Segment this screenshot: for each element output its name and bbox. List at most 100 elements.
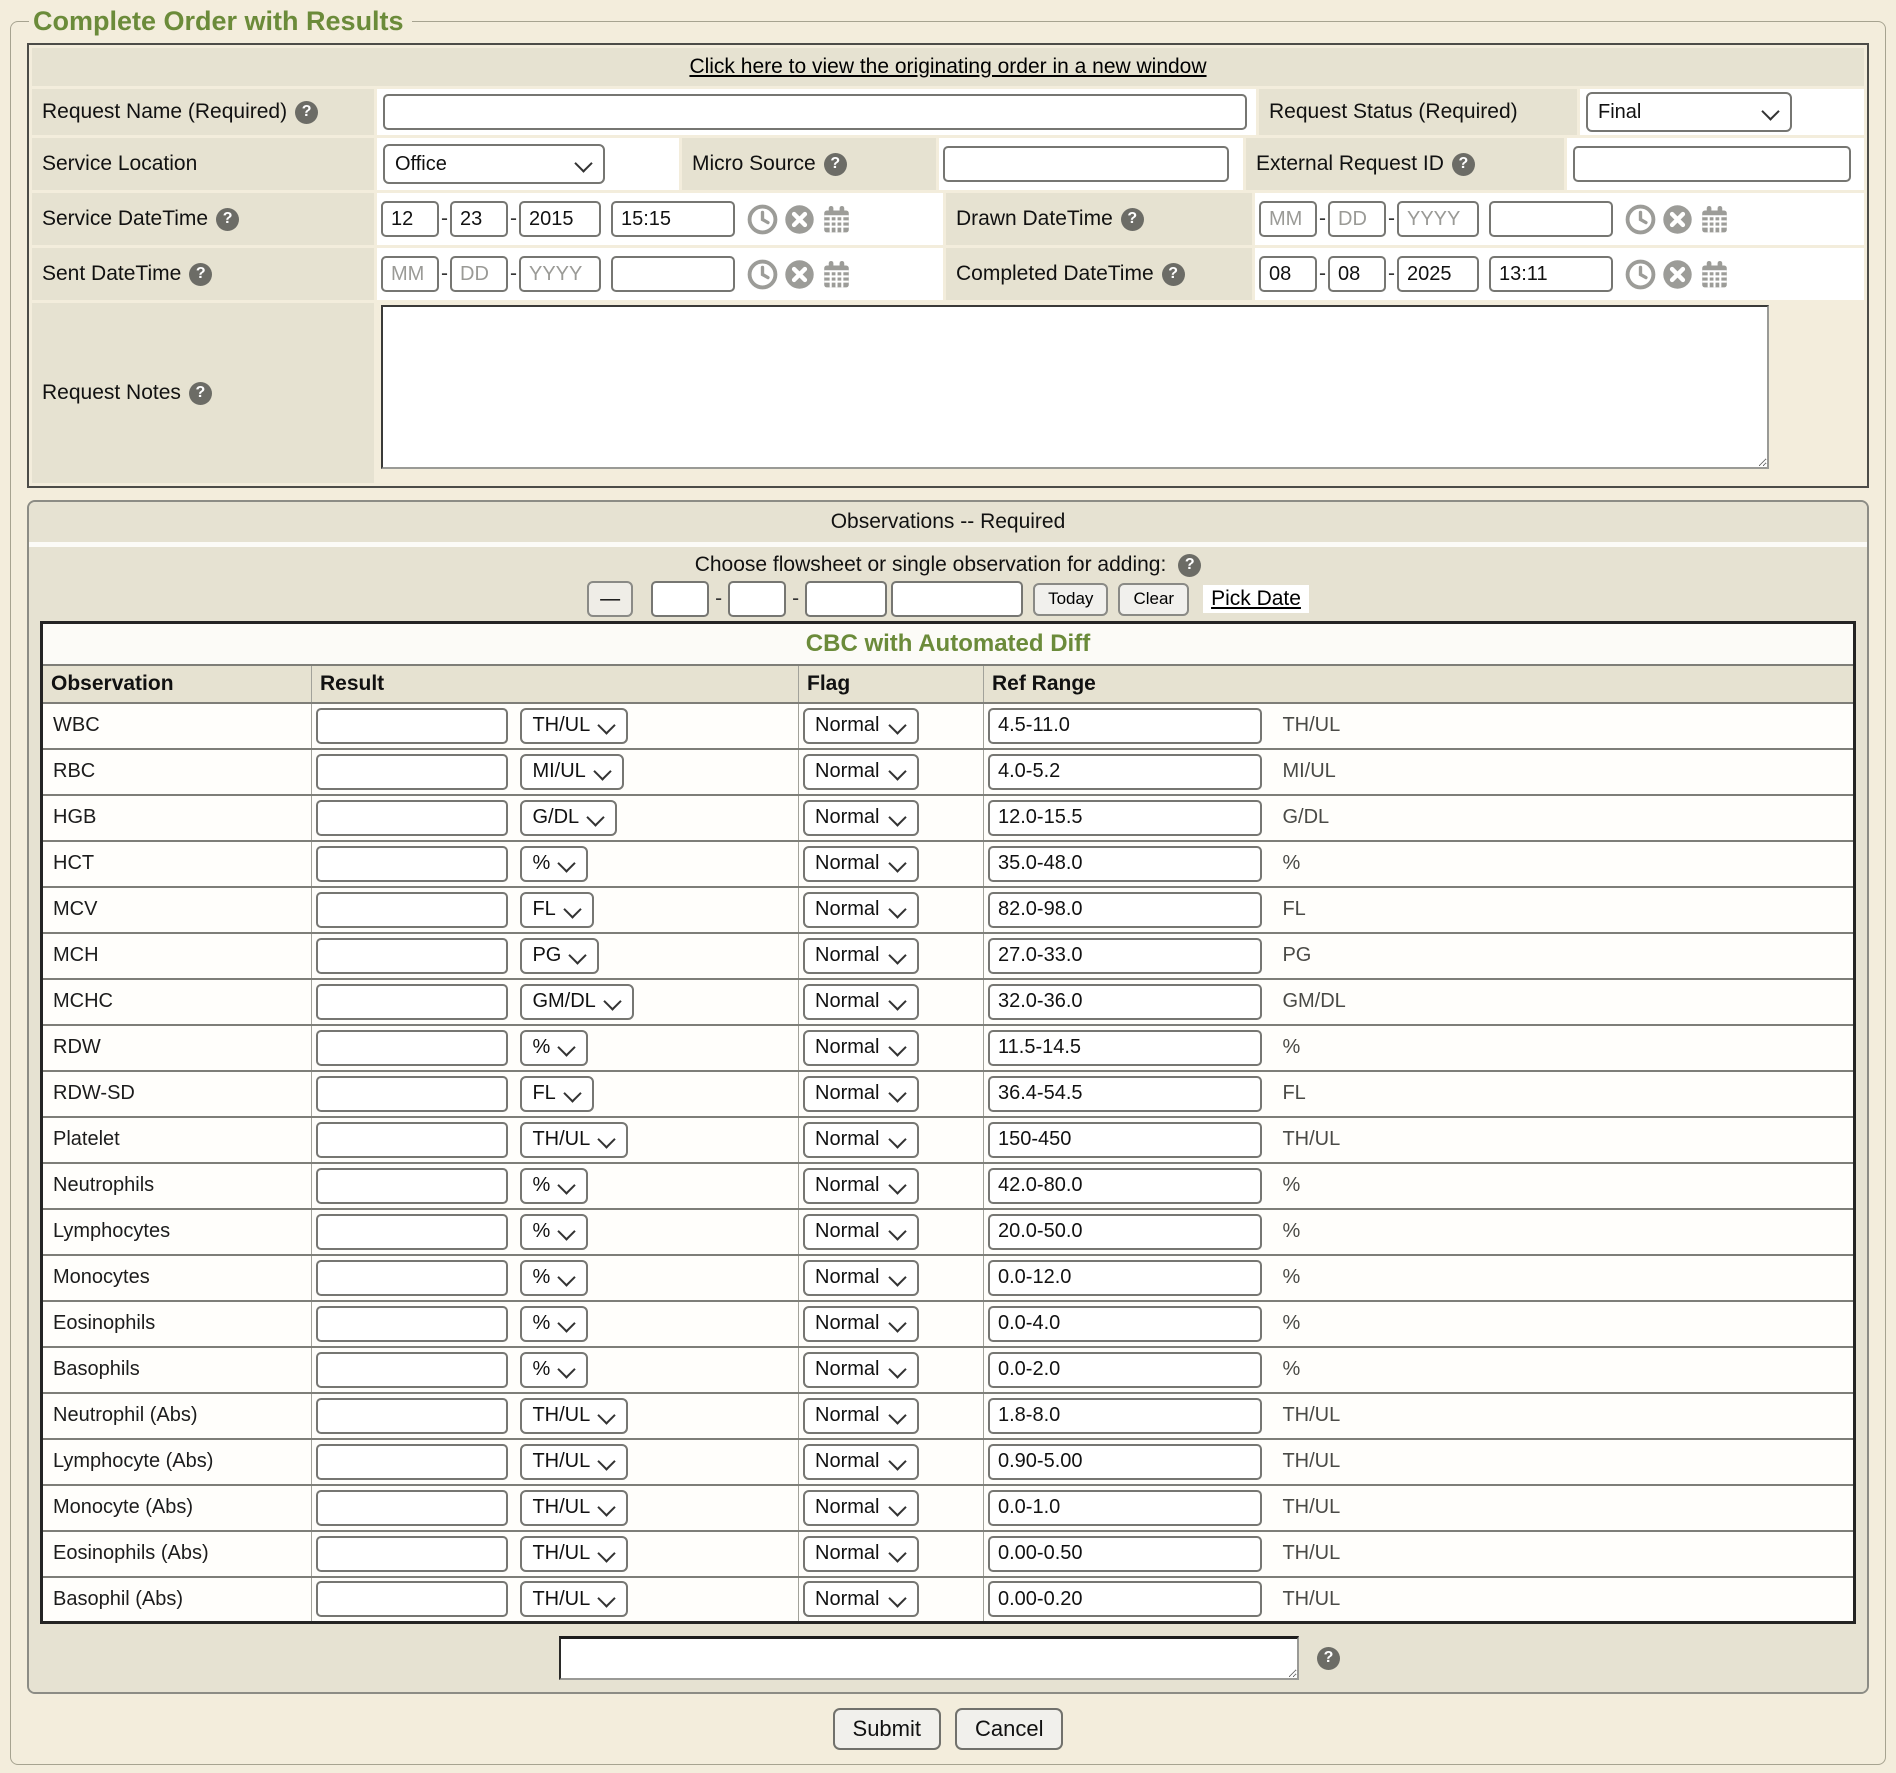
flag-select[interactable]: Normal: [803, 754, 919, 790]
result-unit-select[interactable]: %: [520, 1214, 588, 1250]
result-unit-select[interactable]: %: [520, 846, 588, 882]
request-notes-textarea[interactable]: [381, 305, 1769, 469]
request-status-select[interactable]: Final: [1586, 92, 1792, 132]
result-unit-select[interactable]: TH/UL: [520, 708, 628, 744]
result-input[interactable]: [316, 1030, 508, 1066]
drawn-datetime-day-input[interactable]: [1328, 201, 1386, 237]
result-input[interactable]: [316, 1168, 508, 1204]
completed-datetime-help-icon[interactable]: ?: [1162, 263, 1185, 286]
ref-range-input[interactable]: [988, 1306, 1262, 1342]
result-input[interactable]: [316, 800, 508, 836]
ref-range-input[interactable]: [988, 1581, 1262, 1617]
external-request-id-input[interactable]: [1573, 146, 1851, 182]
cancel-button[interactable]: Cancel: [955, 1708, 1063, 1750]
result-input[interactable]: [316, 1352, 508, 1388]
request-name-help-icon[interactable]: ?: [295, 101, 318, 124]
service-datetime-clear-icon[interactable]: [784, 204, 815, 235]
completed-datetime-clear-icon[interactable]: [1662, 259, 1693, 290]
chooser-date-time-input[interactable]: [891, 581, 1023, 617]
result-unit-select[interactable]: G/DL: [520, 800, 617, 836]
drawn-datetime-clock-icon[interactable]: [1625, 204, 1656, 235]
micro-source-help-icon[interactable]: ?: [824, 153, 847, 176]
result-input[interactable]: [316, 708, 508, 744]
flag-select[interactable]: Normal: [803, 1214, 919, 1250]
clear-button[interactable]: Clear: [1118, 583, 1189, 616]
result-unit-select[interactable]: MI/UL: [520, 754, 623, 790]
flag-select[interactable]: Normal: [803, 892, 919, 928]
ref-range-input[interactable]: [988, 1214, 1262, 1250]
ref-range-input[interactable]: [988, 1122, 1262, 1158]
result-unit-select[interactable]: %: [520, 1030, 588, 1066]
result-input[interactable]: [316, 1581, 508, 1617]
drawn-datetime-clear-icon[interactable]: [1662, 204, 1693, 235]
drawn-datetime-month-input[interactable]: [1259, 201, 1317, 237]
result-input[interactable]: [316, 1490, 508, 1526]
result-unit-select[interactable]: TH/UL: [520, 1536, 628, 1572]
result-input[interactable]: [316, 1076, 508, 1112]
sent-datetime-help-icon[interactable]: ?: [189, 263, 212, 286]
ref-range-input[interactable]: [988, 846, 1262, 882]
service-datetime-help-icon[interactable]: ?: [216, 208, 239, 231]
result-unit-select[interactable]: %: [520, 1306, 588, 1342]
sent-datetime-time-input[interactable]: [611, 256, 735, 292]
result-input[interactable]: [316, 1306, 508, 1342]
result-input[interactable]: [316, 892, 508, 928]
flag-select[interactable]: Normal: [803, 1122, 919, 1158]
sent-datetime-month-input[interactable]: [381, 256, 439, 292]
sent-datetime-calendar-icon[interactable]: [821, 259, 852, 290]
flag-select[interactable]: Normal: [803, 1306, 919, 1342]
result-unit-select[interactable]: TH/UL: [520, 1398, 628, 1434]
flowsheet-chooser-help-icon[interactable]: ?: [1178, 554, 1201, 577]
flag-select[interactable]: Normal: [803, 1444, 919, 1480]
flag-select[interactable]: Normal: [803, 800, 919, 836]
flag-select[interactable]: Normal: [803, 708, 919, 744]
ref-range-input[interactable]: [988, 754, 1262, 790]
completed-datetime-calendar-icon[interactable]: [1699, 259, 1730, 290]
result-unit-select[interactable]: TH/UL: [520, 1122, 628, 1158]
drawn-datetime-time-input[interactable]: [1489, 201, 1613, 237]
ref-range-input[interactable]: [988, 1260, 1262, 1296]
drawn-datetime-year-input[interactable]: [1397, 201, 1479, 237]
chooser-date-month-input[interactable]: [651, 581, 709, 617]
flag-select[interactable]: Normal: [803, 846, 919, 882]
request-name-input[interactable]: [383, 94, 1247, 130]
request-notes-help-icon[interactable]: ?: [189, 382, 212, 405]
flag-select[interactable]: Normal: [803, 1398, 919, 1434]
flag-select[interactable]: Normal: [803, 1076, 919, 1112]
flag-select[interactable]: Normal: [803, 1168, 919, 1204]
sent-datetime-clear-icon[interactable]: [784, 259, 815, 290]
micro-source-input[interactable]: [943, 146, 1229, 182]
service-location-select[interactable]: Office: [383, 144, 605, 184]
flag-select[interactable]: Normal: [803, 1490, 919, 1526]
observation-add-input[interactable]: [559, 1636, 1299, 1680]
service-datetime-year-input[interactable]: [519, 201, 601, 237]
remove-flowsheet-button[interactable]: —: [587, 581, 633, 617]
result-unit-select[interactable]: FL: [520, 892, 593, 928]
service-datetime-clock-icon[interactable]: [747, 204, 778, 235]
result-unit-select[interactable]: %: [520, 1260, 588, 1296]
ref-range-input[interactable]: [988, 1536, 1262, 1572]
result-unit-select[interactable]: %: [520, 1168, 588, 1204]
result-unit-select[interactable]: TH/UL: [520, 1490, 628, 1526]
service-datetime-month-input[interactable]: [381, 201, 439, 237]
sent-datetime-clock-icon[interactable]: [747, 259, 778, 290]
drawn-datetime-calendar-icon[interactable]: [1699, 204, 1730, 235]
ref-range-input[interactable]: [988, 1490, 1262, 1526]
flag-select[interactable]: Normal: [803, 984, 919, 1020]
completed-datetime-day-input[interactable]: [1328, 256, 1386, 292]
result-unit-select[interactable]: TH/UL: [520, 1581, 628, 1617]
ref-range-input[interactable]: [988, 1352, 1262, 1388]
ref-range-input[interactable]: [988, 1444, 1262, 1480]
result-input[interactable]: [316, 984, 508, 1020]
ref-range-input[interactable]: [988, 1168, 1262, 1204]
result-input[interactable]: [316, 1214, 508, 1250]
view-originating-order-link[interactable]: Click here to view the originating order…: [689, 55, 1206, 79]
ref-range-input[interactable]: [988, 1030, 1262, 1066]
observation-add-help-icon[interactable]: ?: [1317, 1647, 1340, 1670]
ref-range-input[interactable]: [988, 1076, 1262, 1112]
flag-select[interactable]: Normal: [803, 1260, 919, 1296]
chooser-date-year-input[interactable]: [805, 581, 887, 617]
service-datetime-day-input[interactable]: [450, 201, 508, 237]
service-datetime-time-input[interactable]: [611, 201, 735, 237]
external-request-id-help-icon[interactable]: ?: [1452, 153, 1475, 176]
